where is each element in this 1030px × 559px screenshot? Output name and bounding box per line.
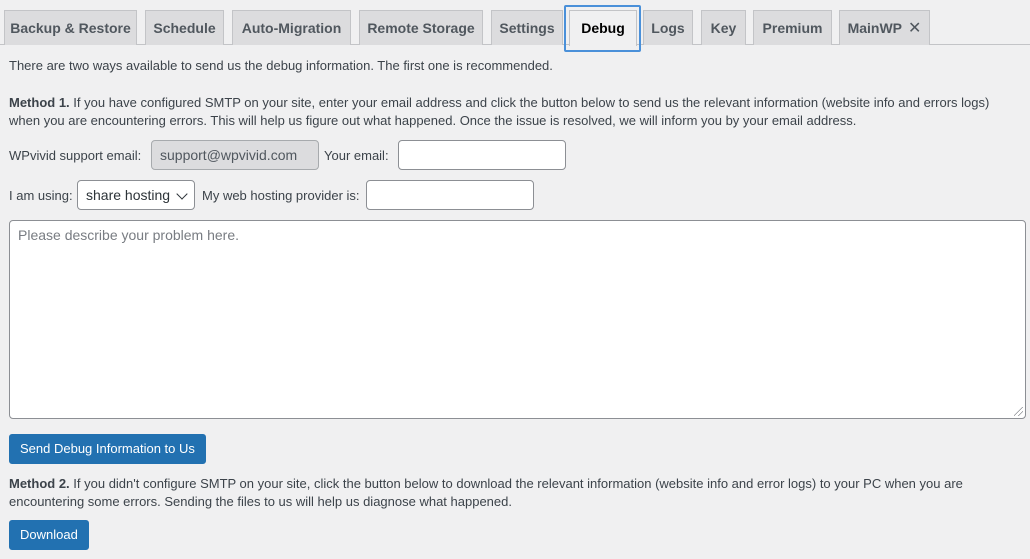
tab-bar: Backup & Restore Schedule Auto-Migration…: [0, 0, 1030, 52]
method1-paragraph: Method 1. If you have configured SMTP on…: [9, 94, 1021, 130]
hosting-type-select[interactable]: share hosting: [77, 180, 195, 210]
tab-schedule[interactable]: Schedule: [145, 10, 224, 45]
tab-key[interactable]: Key: [701, 10, 746, 45]
resize-grip-icon[interactable]: [1014, 407, 1023, 416]
send-debug-button[interactable]: Send Debug Information to Us: [9, 434, 206, 464]
tab-mainwp-label: MainWP: [847, 20, 903, 36]
your-email-field[interactable]: [398, 140, 566, 170]
tab-logs[interactable]: Logs: [643, 10, 693, 45]
intro-text: There are two ways available to send us …: [9, 58, 553, 73]
tab-remote-storage[interactable]: Remote Storage: [359, 10, 483, 45]
support-email-label: WPvivid support email:: [9, 148, 142, 163]
provider-field[interactable]: [366, 180, 534, 210]
close-icon[interactable]: ✕: [908, 12, 921, 46]
method2-title: Method 2.: [9, 476, 70, 491]
method2-text: If you didn't configure SMTP on your sit…: [9, 476, 963, 509]
download-button[interactable]: Download: [9, 520, 89, 550]
hosting-type-value: share hosting: [86, 187, 171, 203]
problem-description-placeholder: Please describe your problem here.: [18, 227, 240, 243]
tab-mainwp[interactable]: MainWP ✕: [839, 10, 930, 45]
provider-label: My web hosting provider is:: [202, 188, 360, 203]
tab-settings[interactable]: Settings: [491, 10, 563, 45]
tab-backup-restore[interactable]: Backup & Restore: [4, 10, 137, 45]
method1-text: If you have configured SMTP on your site…: [9, 95, 990, 128]
problem-description-textarea[interactable]: Please describe your problem here.: [9, 220, 1026, 419]
tab-auto-migration[interactable]: Auto-Migration: [232, 10, 351, 45]
method2-paragraph: Method 2. If you didn't configure SMTP o…: [9, 475, 1021, 511]
tab-premium[interactable]: Premium: [753, 10, 832, 45]
support-email-field: support@wpvivid.com: [151, 140, 319, 170]
your-email-label: Your email:: [324, 148, 389, 163]
chevron-down-icon: [176, 188, 188, 200]
using-label: I am using:: [9, 188, 73, 203]
debug-page: Backup & Restore Schedule Auto-Migration…: [0, 0, 1030, 559]
tab-debug[interactable]: Debug: [569, 10, 637, 46]
method1-title: Method 1.: [9, 95, 70, 110]
